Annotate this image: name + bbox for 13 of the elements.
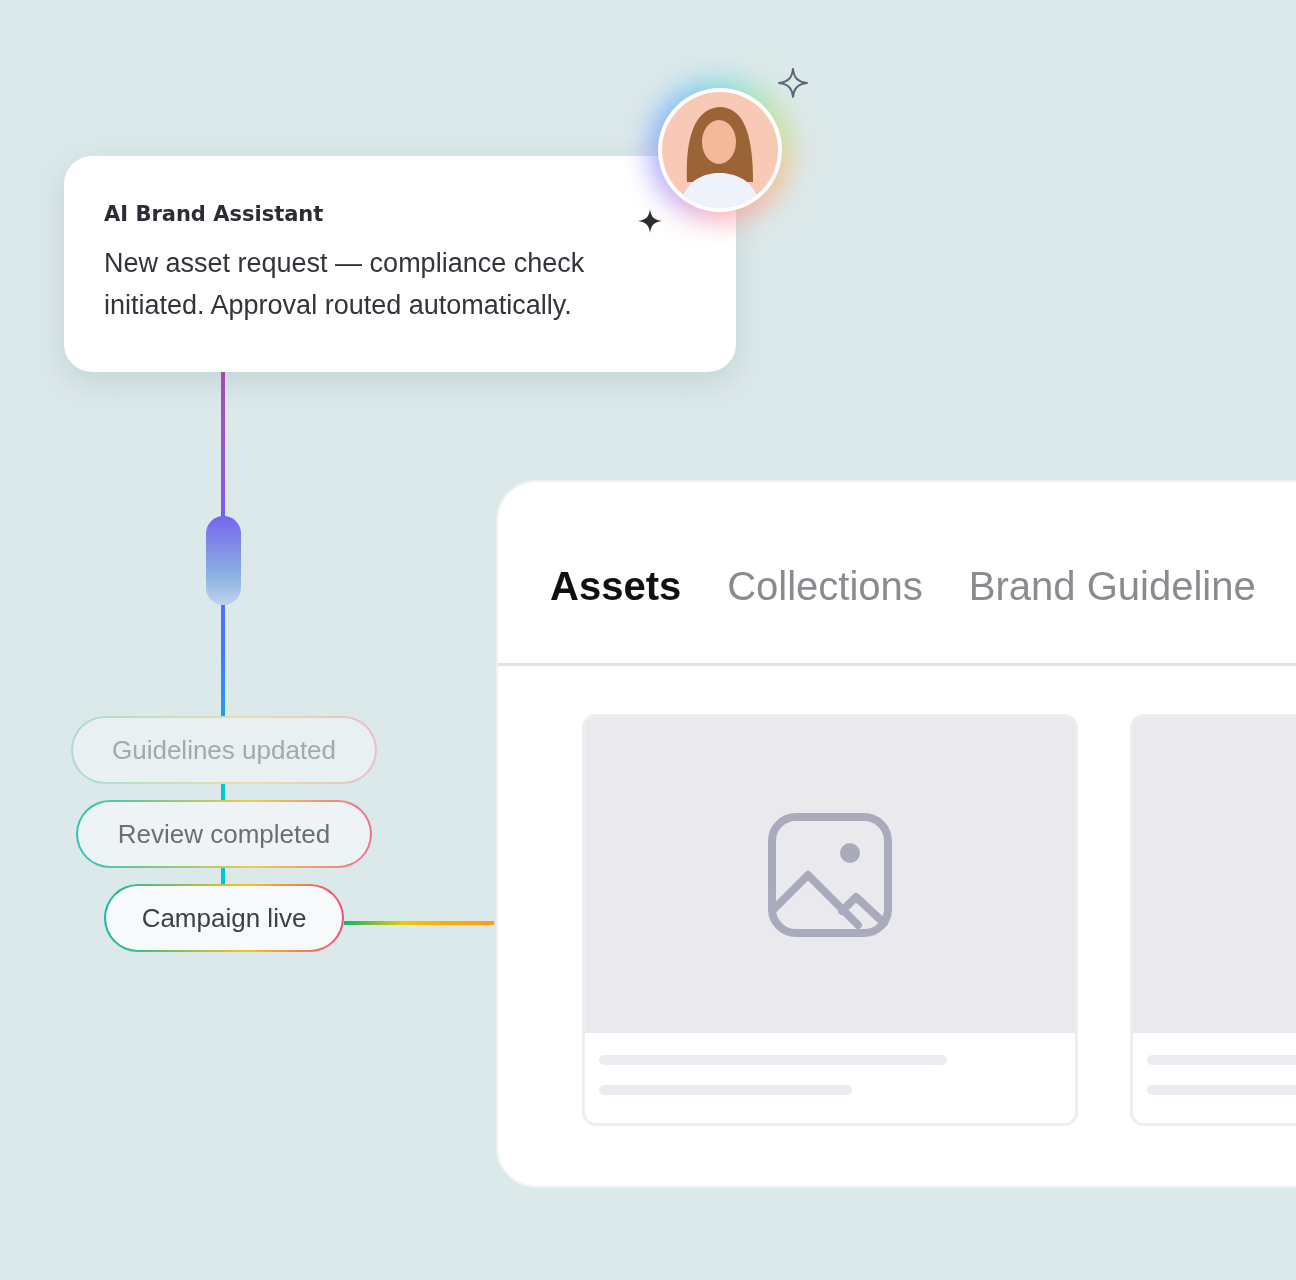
sparkle-icon: [777, 67, 809, 99]
image-icon: [768, 813, 892, 937]
message-text: New asset request — compliance check initiated. Approval routed automatically.: [104, 247, 586, 322]
card-title: AI Brand Assistant: [104, 201, 324, 228]
drag-handle[interactable]: [206, 516, 241, 605]
sparkle-icon: [638, 209, 662, 233]
status-pill: Guidelines updated: [71, 716, 377, 784]
tab[interactable]: Brand Guideline: [968, 558, 1256, 663]
asset-card[interactable]: [582, 714, 1078, 1126]
status-pill: Campaign live: [104, 884, 344, 952]
tab[interactable]: Collections: [727, 558, 923, 663]
status-pill: Review completed: [76, 800, 372, 868]
tab[interactable]: Assets: [550, 558, 682, 663]
